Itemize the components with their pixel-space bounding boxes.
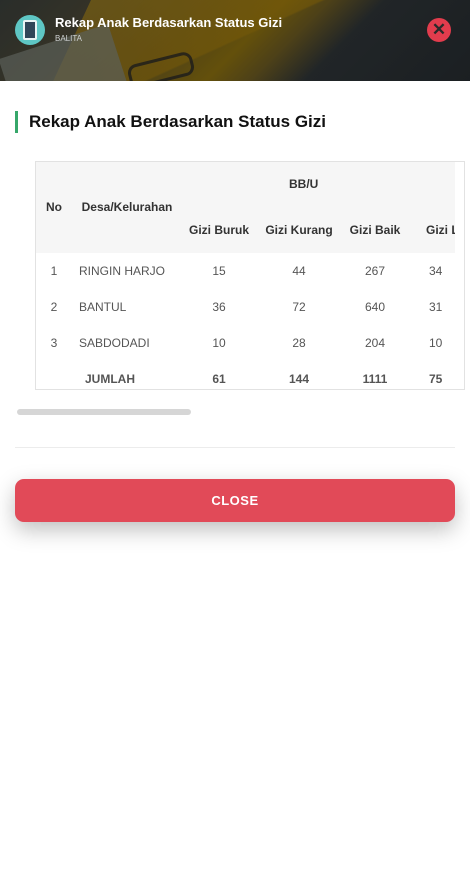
total-label: JUMLAH: [85, 372, 135, 386]
group-header-bbu: BB/U: [289, 176, 319, 191]
cell-value: 72: [292, 300, 306, 314]
header-background-clip: [126, 50, 196, 81]
total-value: 1111: [362, 372, 388, 386]
table-total-row: JUMLAH 61 144 1111 75: [35, 361, 455, 391]
col-header-gizi-kurang: Gizi Kurang: [265, 222, 333, 237]
total-value: 75: [429, 372, 443, 386]
table-row: 2 BANTUL 36 72 640 31: [35, 289, 455, 325]
cell-value: 267: [364, 264, 386, 278]
cell-no: 1: [50, 264, 58, 278]
total-value: 144: [288, 372, 310, 386]
header-subtitle: BALITA: [55, 34, 82, 43]
col-header-gizi-buruk: Gizi Buruk: [188, 222, 249, 237]
cell-value: 36: [212, 300, 226, 314]
avatar: [15, 15, 45, 45]
cell-value: 31: [429, 300, 443, 314]
col-header-desa: Desa/Kelurahan: [81, 200, 173, 214]
cell-value: 28: [292, 336, 306, 350]
horizontal-scrollbar[interactable]: [17, 409, 191, 415]
status-gizi-table: No Desa/Kelurahan BB/U Gizi Buruk Gizi K…: [35, 161, 455, 391]
cell-value: 34: [429, 264, 443, 278]
cell-desa: BANTUL: [79, 300, 127, 314]
table-row: 3 SABDODADI 10 28 204 10: [35, 325, 455, 361]
close-icon[interactable]: ✕: [427, 18, 451, 42]
cell-no: 2: [50, 300, 58, 314]
cell-value: 640: [364, 300, 386, 314]
phone-icon: [23, 20, 37, 40]
cell-value: 10: [429, 336, 443, 350]
col-header-gizi-lebih: Gizi Le: [426, 222, 455, 237]
cell-value: 204: [364, 336, 386, 350]
total-value: 61: [212, 372, 226, 386]
modal-header: Rekap Anak Berdasarkan Status Gizi BALIT…: [0, 0, 470, 81]
col-header-no: No: [46, 200, 62, 214]
header-title: Rekap Anak Berdasarkan Status Gizi: [55, 15, 283, 30]
cell-value: 15: [212, 264, 226, 278]
cell-no: 3: [50, 336, 58, 350]
col-header-gizi-baik: Gizi Baik: [349, 222, 401, 237]
table-scroll-container[interactable]: No Desa/Kelurahan BB/U Gizi Buruk Gizi K…: [35, 161, 455, 391]
table-row: 1 RINGIN HARJO 15 44 267 34: [35, 253, 455, 289]
section-title: Rekap Anak Berdasarkan Status Gizi: [15, 111, 326, 133]
cell-desa: RINGIN HARJO: [79, 264, 166, 278]
cell-value: 44: [292, 264, 306, 278]
cell-desa: SABDODADI: [79, 336, 150, 350]
cell-value: 10: [212, 336, 226, 350]
close-button[interactable]: CLOSE: [15, 479, 455, 522]
divider: [15, 447, 455, 448]
